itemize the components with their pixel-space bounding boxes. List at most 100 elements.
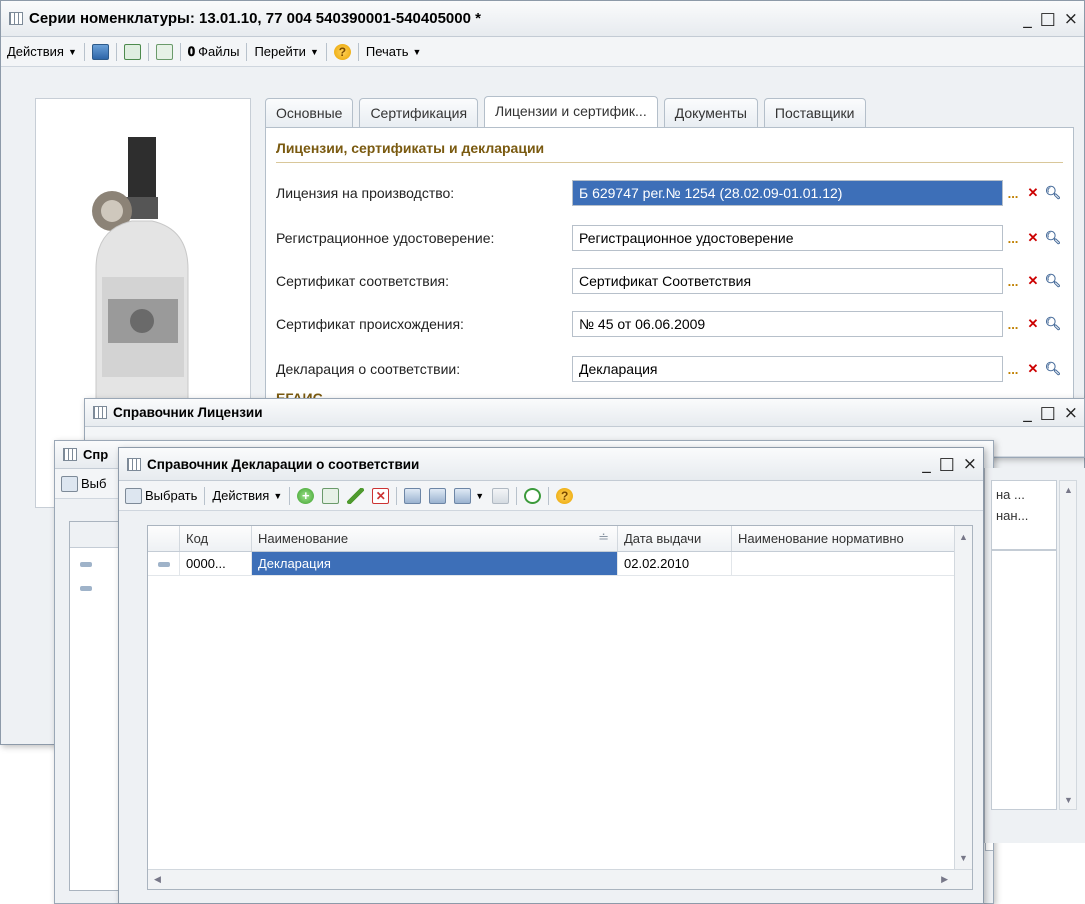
declaration-input[interactable]: Декларация [572, 356, 1003, 382]
tab-licenses[interactable]: Лицензии и сертифик... [484, 96, 658, 127]
back-select-button[interactable]: Выб [57, 474, 110, 494]
production-license-input[interactable]: Б 629747 рег.№ 1254 (28.02.09-01.01.12) [572, 180, 1003, 206]
choose-button[interactable]: ... [1003, 225, 1023, 251]
main-title-bar: Серии номенклатуры: 13.01.10, 77 004 540… [1, 1, 1084, 37]
minimize-button[interactable]: _ [922, 454, 931, 474]
field-label: Декларация о соответствии: [276, 361, 461, 377]
help-button[interactable]: ? [552, 486, 577, 506]
declarations-window: Справочник Декларации о соответствии _ □… [118, 447, 984, 904]
column-header-fragment: на ... [996, 487, 1025, 502]
delete-button[interactable]: ✕ [368, 486, 393, 506]
origin-certificate-input[interactable]: № 45 от 06.06.2009 [572, 311, 1003, 337]
window-grid-icon [93, 406, 107, 419]
clear-icon[interactable]: ✕ [1023, 268, 1043, 294]
row-icon-column [148, 526, 180, 551]
licenses-panel: Лицензии, сертификаты и декларации Лицен… [265, 127, 1074, 427]
window-grid-icon [9, 12, 23, 25]
help-button[interactable]: ? [330, 42, 355, 62]
print-menu-button[interactable]: Печать ▼ [362, 42, 426, 61]
conformity-certificate-input[interactable]: Сертификат Соответствия [572, 268, 1003, 294]
scrollbar[interactable]: ▲ ▼ [1059, 480, 1077, 810]
tab-strip: Основные Сертификация Лицензии и сертифи… [265, 96, 1084, 127]
paperclip-icon: 𝟎 [187, 43, 196, 59]
funnel-list-icon [454, 487, 472, 504]
goto-label: Перейти [254, 44, 306, 59]
maximize-button[interactable]: □ [1040, 9, 1056, 29]
choose-button[interactable]: ... [1003, 311, 1023, 337]
field-label: Сертификат происхождения: [276, 316, 464, 332]
close-button[interactable]: × [1064, 403, 1078, 423]
column-header-fragment: нан... [996, 508, 1029, 523]
add-button[interactable]: + [293, 486, 318, 506]
column-code[interactable]: Код [180, 526, 252, 551]
save-close-button[interactable] [88, 42, 113, 62]
tab-basic[interactable]: Основные [265, 98, 354, 127]
copy-button[interactable] [318, 486, 343, 506]
column-name[interactable]: Наименование ≐ [252, 526, 618, 551]
maximize-button[interactable]: □ [1040, 403, 1056, 423]
close-button[interactable]: × [1064, 9, 1078, 29]
tab-documents[interactable]: Документы [663, 98, 758, 127]
files-button[interactable]: 𝟎 Файлы [184, 42, 244, 62]
cell-name: Декларация [252, 552, 618, 575]
filter-button[interactable] [400, 486, 425, 506]
select-label: Выбрать [145, 488, 198, 503]
open-icon[interactable]: 🔍︎ [1043, 311, 1063, 337]
minimize-button[interactable]: _ [1023, 403, 1032, 423]
actions-menu-button[interactable]: Действия ▼ [3, 42, 81, 61]
edit-button[interactable] [343, 486, 368, 506]
help-icon: ? [556, 487, 574, 504]
declarations-toolbar: Выбрать Действия ▼ + ✕ ▼ ? [119, 481, 983, 511]
field-label: Лицензия на производство: [276, 185, 455, 201]
field-registration-certificate: Регистрационное удостоверение: Регистрац… [276, 225, 1063, 251]
column-date[interactable]: Дата выдачи [618, 526, 732, 551]
minimize-button[interactable]: _ [1023, 9, 1032, 29]
back-select-label: Выб [81, 476, 107, 491]
refresh-icon [524, 487, 542, 504]
tab-certification[interactable]: Сертификация [359, 98, 479, 127]
decl-actions-menu-button[interactable]: Действия ▼ [208, 486, 286, 505]
cell-normative [732, 552, 955, 575]
open-icon[interactable]: 🔍︎ [1043, 268, 1063, 294]
refresh-button[interactable] [120, 42, 145, 62]
open-icon[interactable]: 🔍︎ [1043, 225, 1063, 251]
declarations-grid: Код Наименование ≐ Дата выдачи Наименован… [147, 525, 973, 890]
choose-button[interactable]: ... [1003, 268, 1023, 294]
row-icon [80, 580, 92, 595]
row-icon [148, 552, 180, 575]
clear-filter-icon [492, 487, 510, 504]
funnel-icon [429, 487, 447, 504]
column-normative[interactable]: Наименование нормативно [732, 526, 955, 551]
clear-icon[interactable]: ✕ [1023, 180, 1043, 206]
actions-label: Действия [7, 44, 64, 59]
choose-button[interactable]: ... [1003, 180, 1023, 206]
clear-icon[interactable]: ✕ [1023, 225, 1043, 251]
filter-list-button[interactable]: ▼ [450, 486, 488, 506]
choose-button[interactable]: ... [1003, 356, 1023, 382]
maximize-button[interactable]: □ [939, 454, 955, 474]
refresh-button[interactable] [520, 486, 545, 506]
cell-code: 0000... [180, 552, 252, 575]
select-icon [125, 487, 142, 504]
clear-filter-button[interactable] [488, 486, 513, 506]
declarations-window-title: Справочник Декларации о соответствии [147, 456, 420, 472]
close-button[interactable]: × [963, 454, 977, 474]
section-title: Лицензии, сертификаты и декларации [276, 140, 545, 156]
horizontal-scrollbar[interactable]: ◀ ▶ [148, 869, 972, 889]
tab-suppliers[interactable]: Поставщики [763, 98, 866, 127]
copy-button[interactable] [152, 42, 177, 62]
clear-icon[interactable]: ✕ [1023, 311, 1043, 337]
table-row[interactable]: 0000... Декларация 02.02.2010 [148, 552, 972, 576]
registration-certificate-input[interactable]: Регистрационное удостоверение [572, 225, 1003, 251]
save-close-icon [91, 43, 109, 60]
open-icon[interactable]: 🔍︎ [1043, 180, 1063, 206]
goto-menu-button[interactable]: Перейти ▼ [250, 42, 322, 61]
pencil-icon [347, 487, 365, 504]
licenses-grid-fragment: на ... нан... ▲ ▼ [984, 468, 1085, 843]
vertical-scrollbar[interactable]: ▲ ▼ [954, 526, 972, 869]
open-icon[interactable]: 🔍︎ [1043, 356, 1063, 382]
clear-icon[interactable]: ✕ [1023, 356, 1043, 382]
field-origin-certificate: Сертификат происхождения: № 45 от 06.06.… [276, 311, 1063, 337]
select-button[interactable]: Выбрать [121, 486, 201, 506]
filter-value-button[interactable] [425, 486, 450, 506]
